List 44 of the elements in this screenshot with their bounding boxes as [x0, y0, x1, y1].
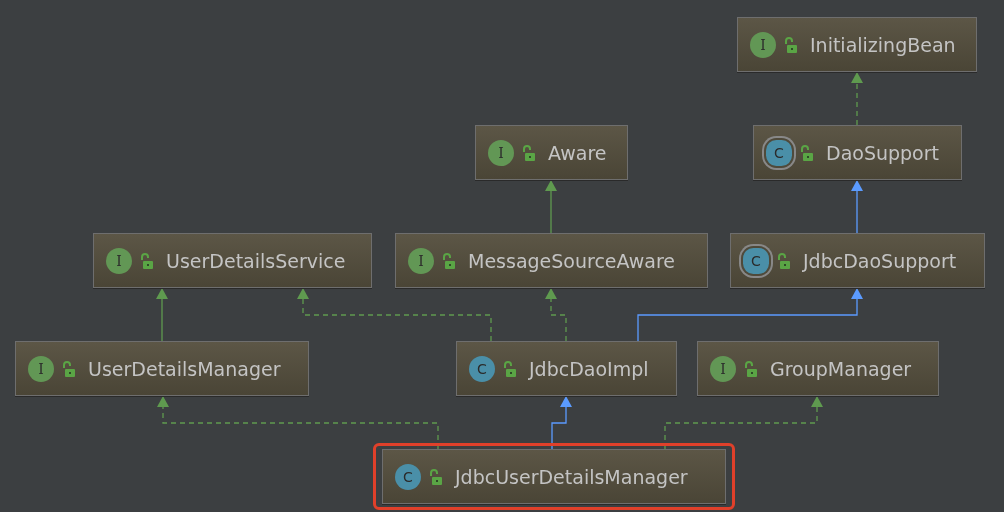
inheritance-arrow	[545, 180, 557, 234]
class-node[interactable]: I InitializingBean	[737, 17, 977, 72]
class-node[interactable]: C JdbcDaoImpl	[456, 341, 677, 396]
open-lock-icon	[429, 468, 443, 485]
class-node[interactable]: I MessageSourceAware	[395, 233, 708, 288]
class-node[interactable]: C JdbcUserDetailsManager	[382, 449, 726, 504]
open-lock-icon	[442, 252, 456, 269]
class-name: JdbcUserDetailsManager	[455, 465, 688, 488]
open-lock-icon	[503, 360, 517, 377]
open-lock-icon	[522, 144, 536, 161]
inheritance-arrow	[156, 288, 168, 342]
class-icon: C	[469, 355, 495, 382]
inheritance-arrow	[545, 288, 567, 342]
class-node[interactable]: I GroupManager	[697, 341, 939, 396]
interface-icon: I	[28, 355, 54, 382]
interface-icon: I	[488, 139, 514, 166]
class-node[interactable]: I UserDetailsManager	[15, 341, 309, 396]
open-lock-icon	[784, 36, 798, 53]
class-name: MessageSourceAware	[468, 249, 676, 272]
open-lock-icon	[800, 144, 814, 161]
interface-icon: I	[710, 355, 736, 382]
class-name: UserDetailsService	[166, 249, 346, 272]
open-lock-icon	[777, 252, 791, 269]
open-lock-icon	[140, 252, 154, 269]
inheritance-arrow	[851, 180, 863, 234]
interface-icon: I	[106, 247, 132, 274]
interface-icon: I	[750, 31, 776, 58]
open-lock-icon	[744, 360, 758, 377]
class-node[interactable]: C JdbcDaoSupport	[730, 233, 985, 288]
class-icon: C	[395, 463, 421, 490]
inheritance-arrow	[551, 396, 572, 450]
open-lock-icon	[62, 360, 76, 377]
class-name: DaoSupport	[826, 141, 939, 164]
class-name: JdbcDaoSupport	[803, 249, 957, 272]
class-node[interactable]: I UserDetailsService	[93, 233, 372, 288]
class-name: UserDetailsManager	[88, 357, 281, 380]
class-name: GroupManager	[770, 357, 912, 380]
class-name: Aware	[548, 141, 607, 164]
inheritance-arrow	[851, 72, 863, 126]
class-node[interactable]: C DaoSupport	[753, 125, 962, 180]
class-name: InitializingBean	[810, 33, 956, 56]
class-name: JdbcDaoImpl	[529, 357, 649, 380]
class-node[interactable]: I Aware	[475, 125, 628, 180]
interface-icon: I	[408, 247, 434, 274]
